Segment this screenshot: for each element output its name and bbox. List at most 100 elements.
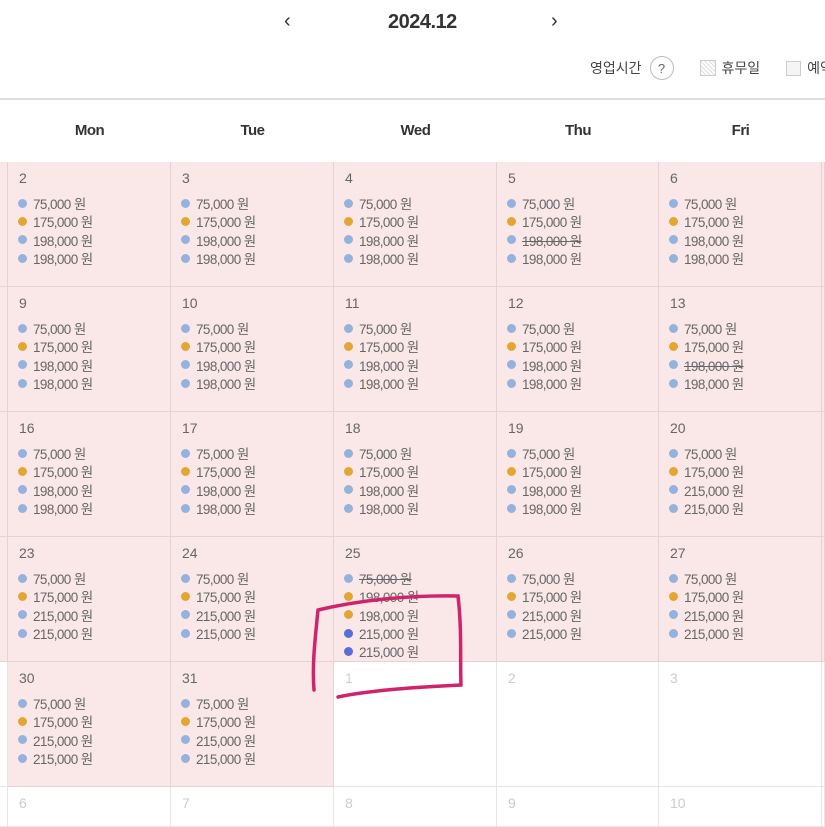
price-option[interactable]: 198,000 원 [18, 481, 93, 499]
price-option[interactable]: 75,000 원 [181, 194, 256, 212]
calendar-day-cell[interactable]: 16 75,000 원 175,000 원 198,000 원 198,000 원 [8, 412, 171, 537]
calendar-day-cell[interactable]: 5 75,000 원 175,000 원 198,000 원 198,000 원 [497, 162, 659, 287]
price-option[interactable]: 198,000 원 [181, 374, 256, 392]
price-option[interactable]: 198,000 원 [669, 374, 744, 392]
calendar-day-cell[interactable]: 2 75,000 원 175,000 원 198,000 원 198,000 원 [8, 162, 171, 287]
calendar-day-cell[interactable]: 30 75,000 원 175,000 원 215,000 원 215,000 원 [8, 662, 171, 787]
price-option[interactable]: 215,000 원 [181, 624, 256, 642]
price-option[interactable]: 198,000 원 [344, 606, 419, 624]
calendar-day-cell[interactable]: 26 75,000 원 175,000 원 215,000 원 215,000 원 [497, 537, 659, 662]
price-option[interactable]: 175,000 원 [669, 337, 744, 355]
price-option[interactable]: 175,000 원 [18, 712, 93, 730]
price-option[interactable]: 175,000 원 [507, 212, 582, 230]
price-option[interactable]: 175,000 원 [181, 462, 256, 480]
price-option[interactable]: 198,000 원 [669, 249, 744, 267]
price-option[interactable]: 175,000 원 [181, 337, 256, 355]
calendar-day-cell[interactable]: 13 75,000 원 175,000 원 198,000 원 198,000 원 [659, 287, 822, 412]
price-option[interactable]: 198,000 원 [669, 356, 744, 374]
price-option[interactable]: 198,000 원 [669, 231, 744, 249]
chevron-right-icon[interactable]: › [551, 10, 558, 33]
price-option[interactable]: 75,000 원 [507, 444, 582, 462]
price-option[interactable]: 198,000 원 [507, 481, 582, 499]
price-option[interactable]: 75,000 원 [18, 319, 93, 337]
price-option[interactable]: 215,000 원 [669, 499, 744, 517]
calendar-day-cell[interactable]: 9 75,000 원 175,000 원 198,000 원 198,000 원 [8, 287, 171, 412]
price-option[interactable]: 215,000 원 [18, 624, 93, 642]
price-option[interactable]: 75,000 원 [669, 194, 744, 212]
price-option[interactable]: 198,000 원 [18, 374, 93, 392]
price-option[interactable]: 175,000 원 [669, 587, 744, 605]
price-option[interactable]: 215,000 원 [344, 642, 419, 660]
price-option[interactable]: 198,000 원 [181, 231, 256, 249]
price-option[interactable]: 198,000 원 [18, 231, 93, 249]
price-option[interactable]: 75,000 원 [18, 194, 93, 212]
chevron-left-icon[interactable]: ‹ [284, 10, 291, 33]
calendar-day-cell[interactable]: 9 [497, 787, 659, 827]
price-option[interactable]: 198,000 원 [507, 356, 582, 374]
price-option[interactable]: 198,000 원 [344, 499, 419, 517]
calendar-day-cell[interactable]: 27 75,000 원 175,000 원 215,000 원 215,000 원 [659, 537, 822, 662]
calendar-day-cell[interactable]: 6 75,000 원 175,000 원 198,000 원 198,000 원 [659, 162, 822, 287]
price-option[interactable]: 215,000 원 [18, 749, 93, 767]
price-option[interactable]: 198,000 원 [344, 481, 419, 499]
calendar-day-cell[interactable]: 6 [8, 787, 171, 827]
price-option[interactable]: 75,000 원 [344, 319, 419, 337]
price-option[interactable]: 75,000 원 [507, 569, 582, 587]
price-option[interactable]: 75,000 원 [344, 569, 419, 587]
price-option[interactable]: 198,000 원 [507, 374, 582, 392]
price-option[interactable]: 75,000 원 [18, 694, 93, 712]
price-option[interactable]: 175,000 원 [344, 212, 419, 230]
calendar-day-cell[interactable]: 20 75,000 원 175,000 원 215,000 원 215,000 원 [659, 412, 822, 537]
calendar-day-cell[interactable]: 2 [497, 662, 659, 787]
calendar-day-cell[interactable]: 10 75,000 원 175,000 원 198,000 원 198,000 원 [171, 287, 334, 412]
price-option[interactable]: 75,000 원 [181, 694, 256, 712]
price-option[interactable]: 75,000 원 [344, 444, 419, 462]
calendar-day-cell[interactable]: 3 75,000 원 175,000 원 198,000 원 198,000 원 [171, 162, 334, 287]
price-option[interactable]: 175,000 원 [181, 212, 256, 230]
price-option[interactable]: 198,000 원 [507, 249, 582, 267]
price-option[interactable]: 175,000 원 [507, 587, 582, 605]
calendar-day-cell[interactable]: 25 75,000 원 198,000 원 198,000 원 215,000 원 215… [334, 537, 497, 662]
price-option[interactable]: 198,000 원 [344, 374, 419, 392]
price-option[interactable]: 75,000 원 [507, 194, 582, 212]
price-option[interactable]: 215,000 원 [18, 731, 93, 749]
price-option[interactable]: 75,000 원 [669, 319, 744, 337]
price-option[interactable]: 198,000 원 [181, 356, 256, 374]
price-option[interactable]: 215,000 원 [181, 731, 256, 749]
calendar-day-cell[interactable]: 3 [659, 662, 822, 787]
price-option[interactable]: 175,000 원 [507, 462, 582, 480]
calendar-day-cell[interactable]: 19 75,000 원 175,000 원 198,000 원 198,000 원 [497, 412, 659, 537]
price-option[interactable]: 198,000 원 [181, 499, 256, 517]
price-option[interactable]: 215,000 원 [507, 606, 582, 624]
calendar-day-cell[interactable]: 10 [659, 787, 822, 827]
price-option[interactable]: 198,000 원 [181, 249, 256, 267]
price-option[interactable]: 75,000 원 [18, 444, 93, 462]
price-option[interactable]: 75,000 원 [669, 444, 744, 462]
price-option[interactable]: 175,000 원 [18, 337, 93, 355]
price-option[interactable]: 75,000 원 [181, 569, 256, 587]
price-option[interactable]: 175,000 원 [18, 462, 93, 480]
price-option[interactable]: 175,000 원 [344, 337, 419, 355]
price-option[interactable]: 175,000 원 [181, 587, 256, 605]
price-option[interactable]: 198,000 원 [344, 231, 419, 249]
price-option[interactable]: 215,000 원 [181, 606, 256, 624]
price-option[interactable]: 175,000 원 [344, 462, 419, 480]
price-option[interactable]: 198,000 원 [344, 249, 419, 267]
price-option[interactable]: 198,000 원 [18, 499, 93, 517]
price-option[interactable]: 75,000 원 [181, 444, 256, 462]
price-option[interactable]: 75,000 원 [507, 319, 582, 337]
calendar-day-cell[interactable]: 12 75,000 원 175,000 원 198,000 원 198,000 원 [497, 287, 659, 412]
price-option[interactable]: 198,000 원 [181, 481, 256, 499]
price-option[interactable]: 198,000 원 [344, 587, 419, 605]
price-option[interactable]: 175,000 원 [181, 712, 256, 730]
calendar-day-cell[interactable]: 1 [334, 662, 497, 787]
price-option[interactable]: 215,000 원 [669, 606, 744, 624]
price-option[interactable]: 215,000 원 [669, 624, 744, 642]
price-option[interactable]: 198,000 원 [344, 356, 419, 374]
price-option[interactable]: 75,000 원 [181, 319, 256, 337]
price-option[interactable]: 198,000 원 [18, 249, 93, 267]
price-option[interactable]: 175,000 원 [669, 212, 744, 230]
price-option[interactable]: 215,000 원 [507, 624, 582, 642]
price-option[interactable]: 75,000 원 [669, 569, 744, 587]
price-option[interactable]: 175,000 원 [507, 337, 582, 355]
